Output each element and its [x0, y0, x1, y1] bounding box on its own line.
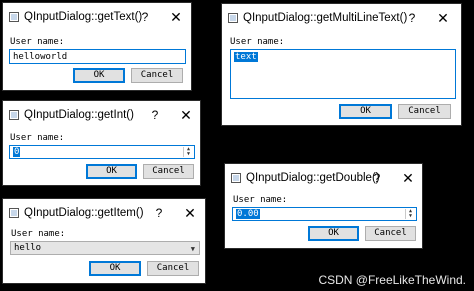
help-button[interactable]: ? — [149, 108, 161, 122]
double-spinbox-value: 0.00 — [236, 209, 260, 219]
title-bar[interactable]: QInputDialog::getDouble() ? ✕ — [225, 164, 422, 194]
title-bar[interactable]: QInputDialog::getItem() ? ✕ — [3, 199, 205, 229]
close-icon[interactable]: ✕ — [169, 9, 183, 26]
user-name-label: User name: — [11, 229, 66, 239]
user-name-label: User name: — [10, 37, 65, 47]
title-bar[interactable]: QInputDialog::getMultiLineText() ? ✕ — [222, 4, 461, 34]
int-spinbox-value: 0 — [13, 147, 21, 157]
close-icon[interactable]: ✕ — [179, 107, 193, 124]
selected-text: text — [234, 52, 258, 62]
user-name-label: User name: — [233, 195, 288, 205]
spin-buttons[interactable]: ▲ ▼ — [405, 209, 415, 219]
cancel-button[interactable]: Cancel — [398, 104, 451, 119]
app-icon — [231, 173, 241, 183]
item-combobox-value: hello — [14, 243, 42, 253]
ok-button[interactable]: OK — [73, 68, 125, 83]
int-spinbox[interactable]: 0 ▲ ▼ — [9, 145, 195, 159]
ok-button[interactable]: OK — [86, 164, 137, 179]
multiline-text-input[interactable]: text — [230, 49, 456, 99]
ok-button[interactable]: OK — [89, 261, 141, 276]
dialog-title: QInputDialog::getMultiLineText() — [243, 12, 408, 24]
help-button[interactable]: ? — [139, 10, 151, 24]
title-bar[interactable]: QInputDialog::getText() ? ✕ — [3, 3, 191, 33]
get-multiline-text-dialog: QInputDialog::getMultiLineText() ? ✕ Use… — [222, 4, 461, 125]
user-name-label: User name: — [10, 133, 65, 143]
spin-down-icon[interactable]: ▼ — [406, 214, 415, 219]
app-icon — [228, 13, 238, 23]
app-icon — [9, 12, 19, 22]
text-input-value: helloworld — [13, 52, 68, 62]
spin-down-icon[interactable]: ▼ — [184, 152, 193, 157]
dialog-title: QInputDialog::getDouble() — [246, 172, 380, 184]
help-button[interactable]: ? — [406, 11, 418, 25]
cancel-button[interactable]: Cancel — [143, 164, 194, 179]
get-int-dialog: QInputDialog::getInt() ? ✕ User name: 0 … — [3, 101, 200, 185]
close-icon[interactable]: ✕ — [183, 205, 197, 222]
get-double-dialog: QInputDialog::getDouble() ? ✕ User name:… — [225, 164, 422, 248]
user-name-label: User name: — [230, 37, 285, 47]
app-icon — [9, 208, 19, 218]
double-spinbox[interactable]: 0.00 ▲ ▼ — [232, 207, 417, 221]
text-input[interactable]: helloworld — [9, 49, 186, 64]
dialog-title: QInputDialog::getText() — [24, 11, 143, 23]
chevron-down-icon[interactable]: ▼ — [191, 245, 195, 253]
dialog-title: QInputDialog::getInt() — [24, 109, 134, 121]
cancel-button[interactable]: Cancel — [131, 68, 183, 83]
ok-button[interactable]: OK — [308, 226, 359, 241]
get-item-dialog: QInputDialog::getItem() ? ✕ User name: h… — [3, 199, 205, 283]
help-button[interactable]: ? — [371, 171, 383, 185]
close-icon[interactable]: ✕ — [436, 10, 450, 27]
watermark: CSDN @FreeLikeTheWind. — [318, 273, 466, 287]
app-icon — [9, 110, 19, 120]
cancel-button[interactable]: Cancel — [147, 261, 199, 276]
help-button[interactable]: ? — [153, 206, 165, 220]
spin-buttons[interactable]: ▲ ▼ — [183, 147, 193, 157]
title-bar[interactable]: QInputDialog::getInt() ? ✕ — [3, 101, 200, 131]
get-text-dialog: QInputDialog::getText() ? ✕ User name: h… — [3, 3, 191, 90]
close-icon[interactable]: ✕ — [401, 170, 415, 187]
dialog-title: QInputDialog::getItem() — [24, 207, 144, 219]
item-combobox[interactable]: hello ▼ — [10, 241, 200, 255]
ok-button[interactable]: OK — [339, 104, 392, 119]
cancel-button[interactable]: Cancel — [365, 226, 416, 241]
